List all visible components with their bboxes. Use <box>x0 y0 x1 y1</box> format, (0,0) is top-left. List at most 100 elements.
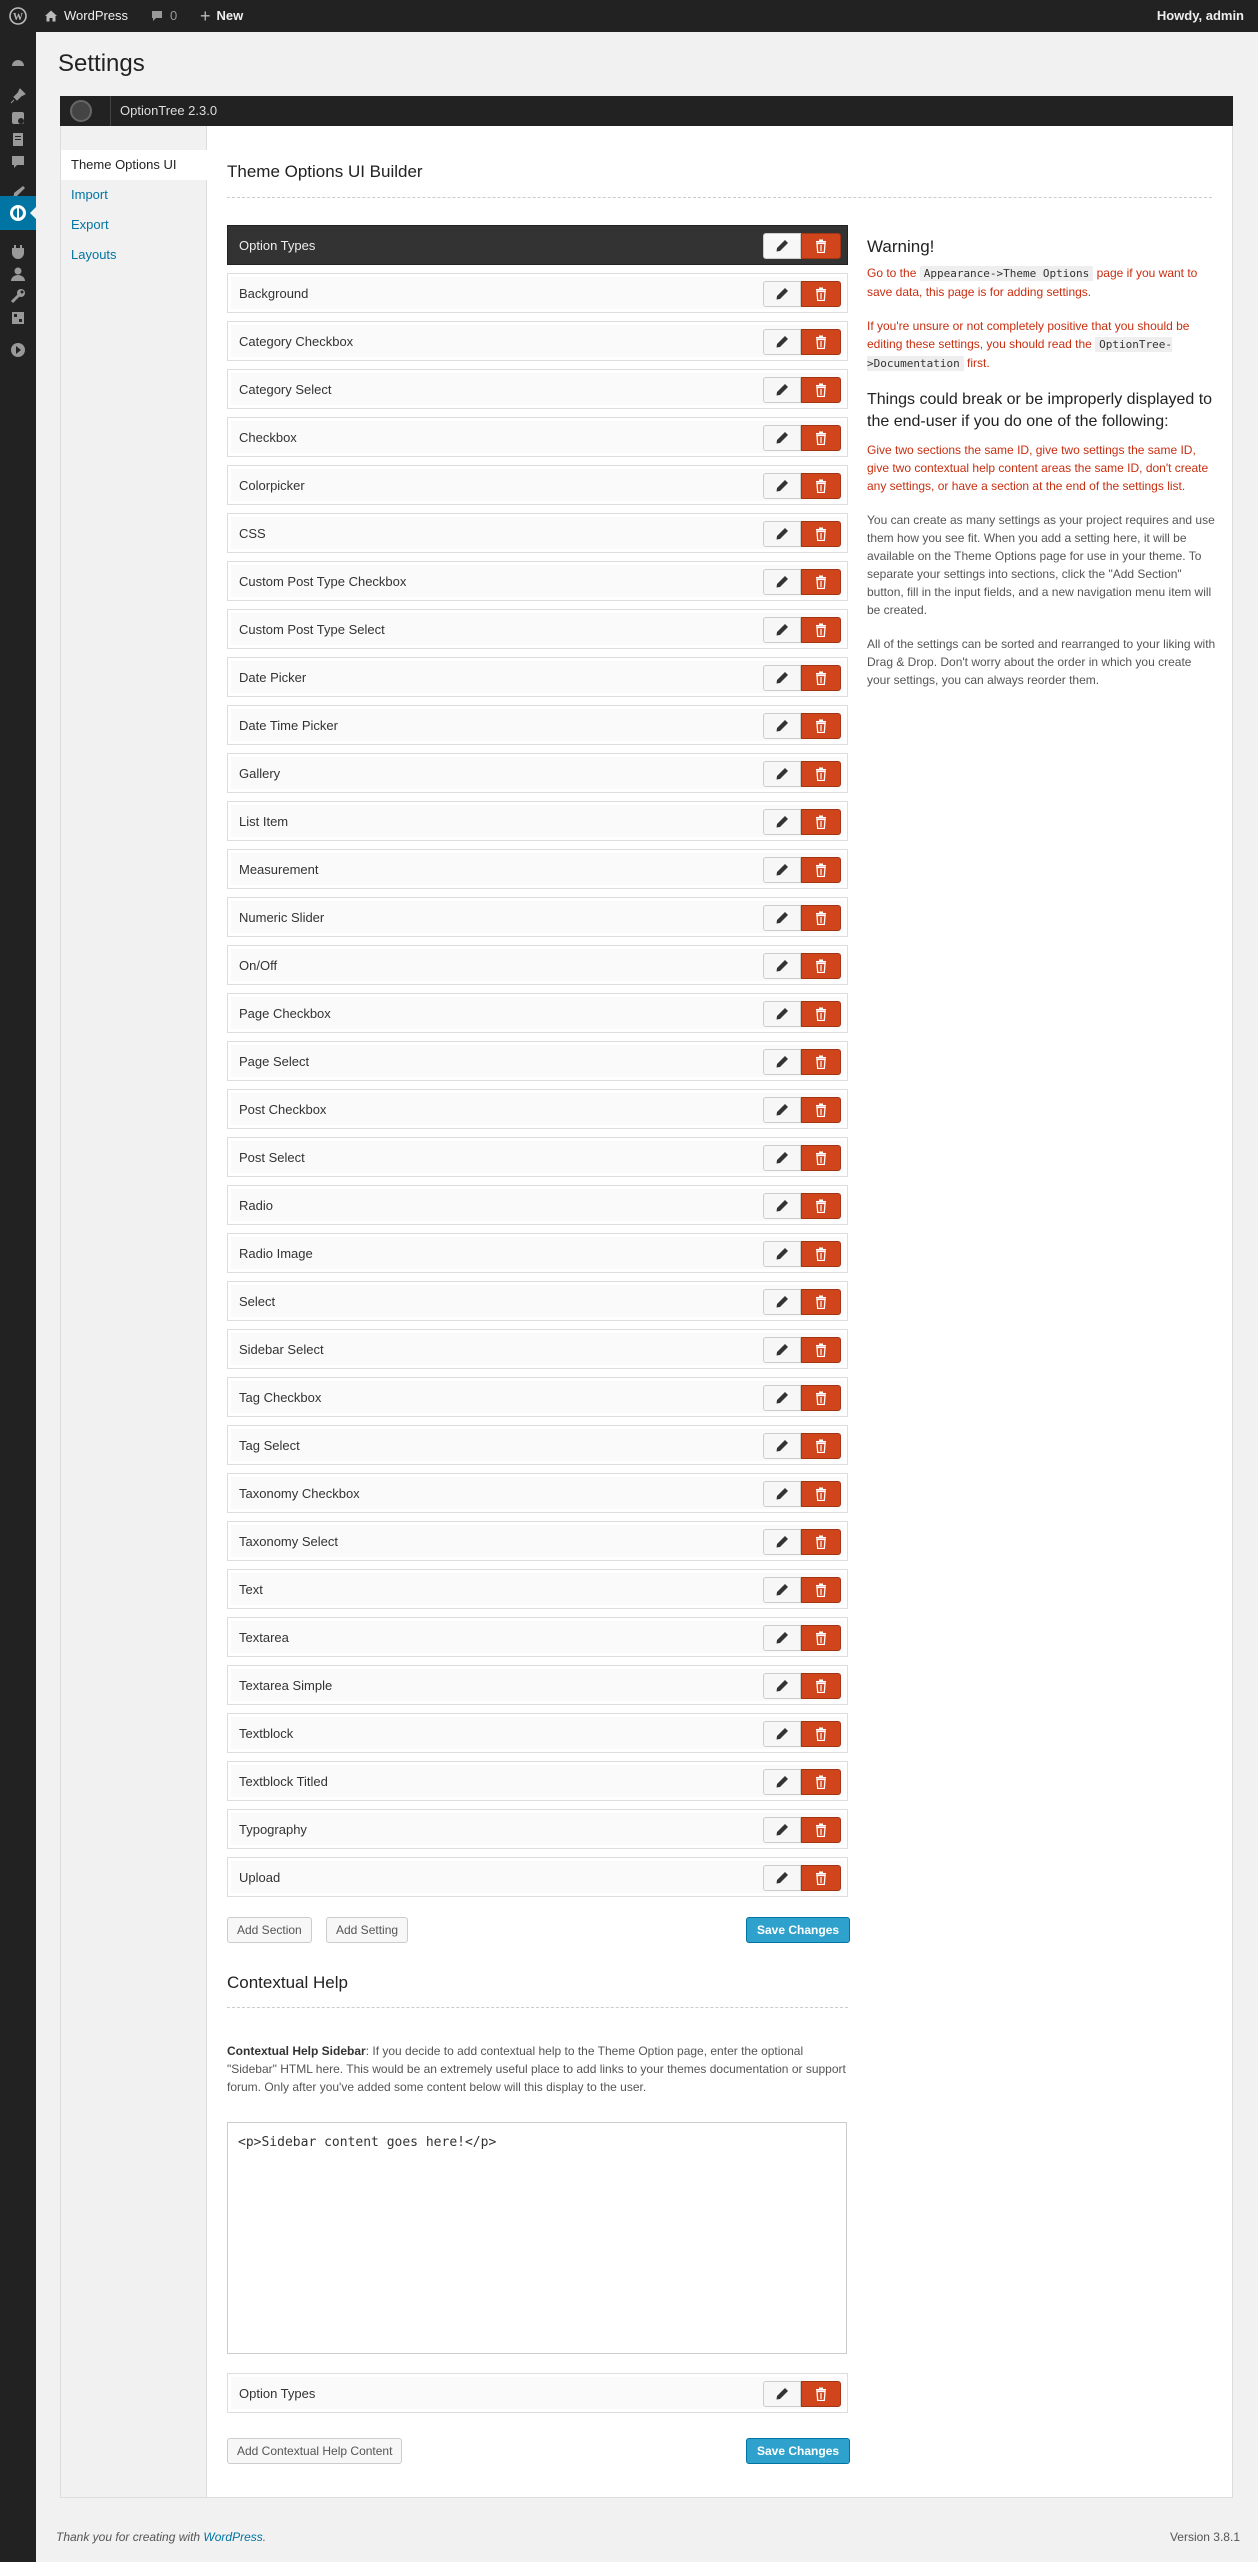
setting-row[interactable]: CSS <box>227 513 848 553</box>
setting-row[interactable]: Category Select <box>227 369 848 409</box>
wordpress-logo-icon[interactable]: W <box>8 0 28 32</box>
delete-button[interactable] <box>801 809 841 835</box>
delete-button[interactable] <box>801 905 841 931</box>
setting-row[interactable]: Taxonomy Select <box>227 1521 848 1561</box>
delete-button[interactable] <box>801 377 841 403</box>
delete-button[interactable] <box>801 1769 841 1795</box>
setting-row[interactable]: Custom Post Type Select <box>227 609 848 649</box>
edit-button[interactable] <box>763 1529 801 1555</box>
edit-button[interactable] <box>763 521 801 547</box>
delete-button[interactable] <box>801 617 841 643</box>
delete-button[interactable] <box>801 1577 841 1603</box>
setting-row[interactable]: Page Checkbox <box>227 993 848 1033</box>
edit-button[interactable] <box>763 377 801 403</box>
add-contextual-help-button[interactable]: Add Contextual Help Content <box>227 2438 403 2464</box>
delete-button[interactable] <box>801 1673 841 1699</box>
edit-button[interactable] <box>763 1673 801 1699</box>
setting-row[interactable]: Upload <box>227 1857 848 1897</box>
delete-button[interactable] <box>801 953 841 979</box>
setting-row[interactable]: Measurement <box>227 849 848 889</box>
delete-button[interactable] <box>801 1289 841 1315</box>
delete-button[interactable] <box>801 713 841 739</box>
edit-button[interactable] <box>763 233 801 259</box>
edit-button[interactable] <box>763 1865 801 1891</box>
site-name-link[interactable]: WordPress <box>44 0 128 32</box>
setting-row[interactable]: Date Picker <box>227 657 848 697</box>
delete-button[interactable] <box>801 1721 841 1747</box>
setting-row[interactable]: Radio <box>227 1185 848 1225</box>
setting-row[interactable]: Textblock Titled <box>227 1761 848 1801</box>
edit-button[interactable] <box>763 1145 801 1171</box>
save-changes-button[interactable]: Save Changes <box>746 1917 851 1943</box>
setting-row[interactable]: Textarea Simple <box>227 1665 848 1705</box>
setting-row[interactable]: Sidebar Select <box>227 1329 848 1369</box>
edit-button[interactable] <box>763 761 801 787</box>
setting-row[interactable]: Textblock <box>227 1713 848 1753</box>
delete-button[interactable] <box>801 1529 841 1555</box>
edit-button[interactable] <box>763 1337 801 1363</box>
setting-row[interactable]: Date Time Picker <box>227 705 848 745</box>
collapse-menu-icon[interactable] <box>8 340 28 360</box>
delete-button[interactable] <box>801 1385 841 1411</box>
edit-button[interactable] <box>763 1241 801 1267</box>
edit-button[interactable] <box>763 953 801 979</box>
setting-row[interactable]: Tag Checkbox <box>227 1377 848 1417</box>
edit-button[interactable] <box>763 473 801 499</box>
edit-button[interactable] <box>763 1049 801 1075</box>
users-icon[interactable] <box>8 264 28 284</box>
edit-button[interactable] <box>763 1289 801 1315</box>
settings-menu-icon[interactable] <box>8 308 28 328</box>
delete-button[interactable] <box>801 1865 841 1891</box>
delete-button[interactable] <box>801 281 841 307</box>
edit-button[interactable] <box>763 1097 801 1123</box>
edit-button[interactable] <box>763 1001 801 1027</box>
setting-row[interactable]: Select <box>227 1281 848 1321</box>
edit-button[interactable] <box>763 1577 801 1603</box>
sidebar-html-textarea[interactable]: <p>Sidebar content goes here!</p> <box>227 2122 847 2354</box>
tab-layouts[interactable]: Layouts <box>61 240 208 270</box>
edit-button[interactable] <box>763 1721 801 1747</box>
delete-button[interactable] <box>801 1241 841 1267</box>
setting-row[interactable]: Colorpicker <box>227 465 848 505</box>
new-content-link[interactable]: + New <box>200 0 243 32</box>
delete-button[interactable] <box>801 1817 841 1843</box>
delete-button[interactable] <box>801 1625 841 1651</box>
delete-button[interactable] <box>801 425 841 451</box>
delete-button[interactable] <box>801 569 841 595</box>
edit-button[interactable] <box>763 809 801 835</box>
delete-button[interactable] <box>801 1001 841 1027</box>
setting-row[interactable]: Tag Select <box>227 1425 848 1465</box>
setting-row[interactable]: Radio Image <box>227 1233 848 1273</box>
setting-row[interactable]: Background <box>227 273 848 313</box>
edit-button[interactable] <box>763 1769 801 1795</box>
setting-row[interactable]: Post Select <box>227 1137 848 1177</box>
tab-import[interactable]: Import <box>61 180 208 210</box>
edit-button[interactable] <box>763 425 801 451</box>
delete-button[interactable] <box>801 233 841 259</box>
comments-menu-icon[interactable] <box>8 152 28 172</box>
edit-button[interactable] <box>763 329 801 355</box>
tab-export[interactable]: Export <box>61 210 208 240</box>
delete-button[interactable] <box>801 857 841 883</box>
delete-button[interactable] <box>801 1481 841 1507</box>
edit-button[interactable] <box>763 713 801 739</box>
user-menu[interactable]: Howdy, admin <box>1157 0 1244 32</box>
setting-row[interactable]: Gallery <box>227 753 848 793</box>
edit-button[interactable] <box>763 665 801 691</box>
setting-row[interactable]: Taxonomy Checkbox <box>227 1473 848 1513</box>
edit-button[interactable] <box>763 2381 801 2407</box>
posts-icon[interactable] <box>8 86 28 106</box>
edit-button[interactable] <box>763 857 801 883</box>
delete-button[interactable] <box>801 1049 841 1075</box>
delete-button[interactable] <box>801 1433 841 1459</box>
edit-button[interactable] <box>763 1385 801 1411</box>
edit-button[interactable] <box>763 281 801 307</box>
delete-button[interactable] <box>801 2381 841 2407</box>
setting-row[interactable]: Typography <box>227 1809 848 1849</box>
delete-button[interactable] <box>801 1193 841 1219</box>
setting-row[interactable]: List Item <box>227 801 848 841</box>
delete-button[interactable] <box>801 521 841 547</box>
tab-theme-options-ui[interactable]: Theme Options UI <box>61 150 208 180</box>
delete-button[interactable] <box>801 1337 841 1363</box>
setting-row[interactable]: Textarea <box>227 1617 848 1657</box>
